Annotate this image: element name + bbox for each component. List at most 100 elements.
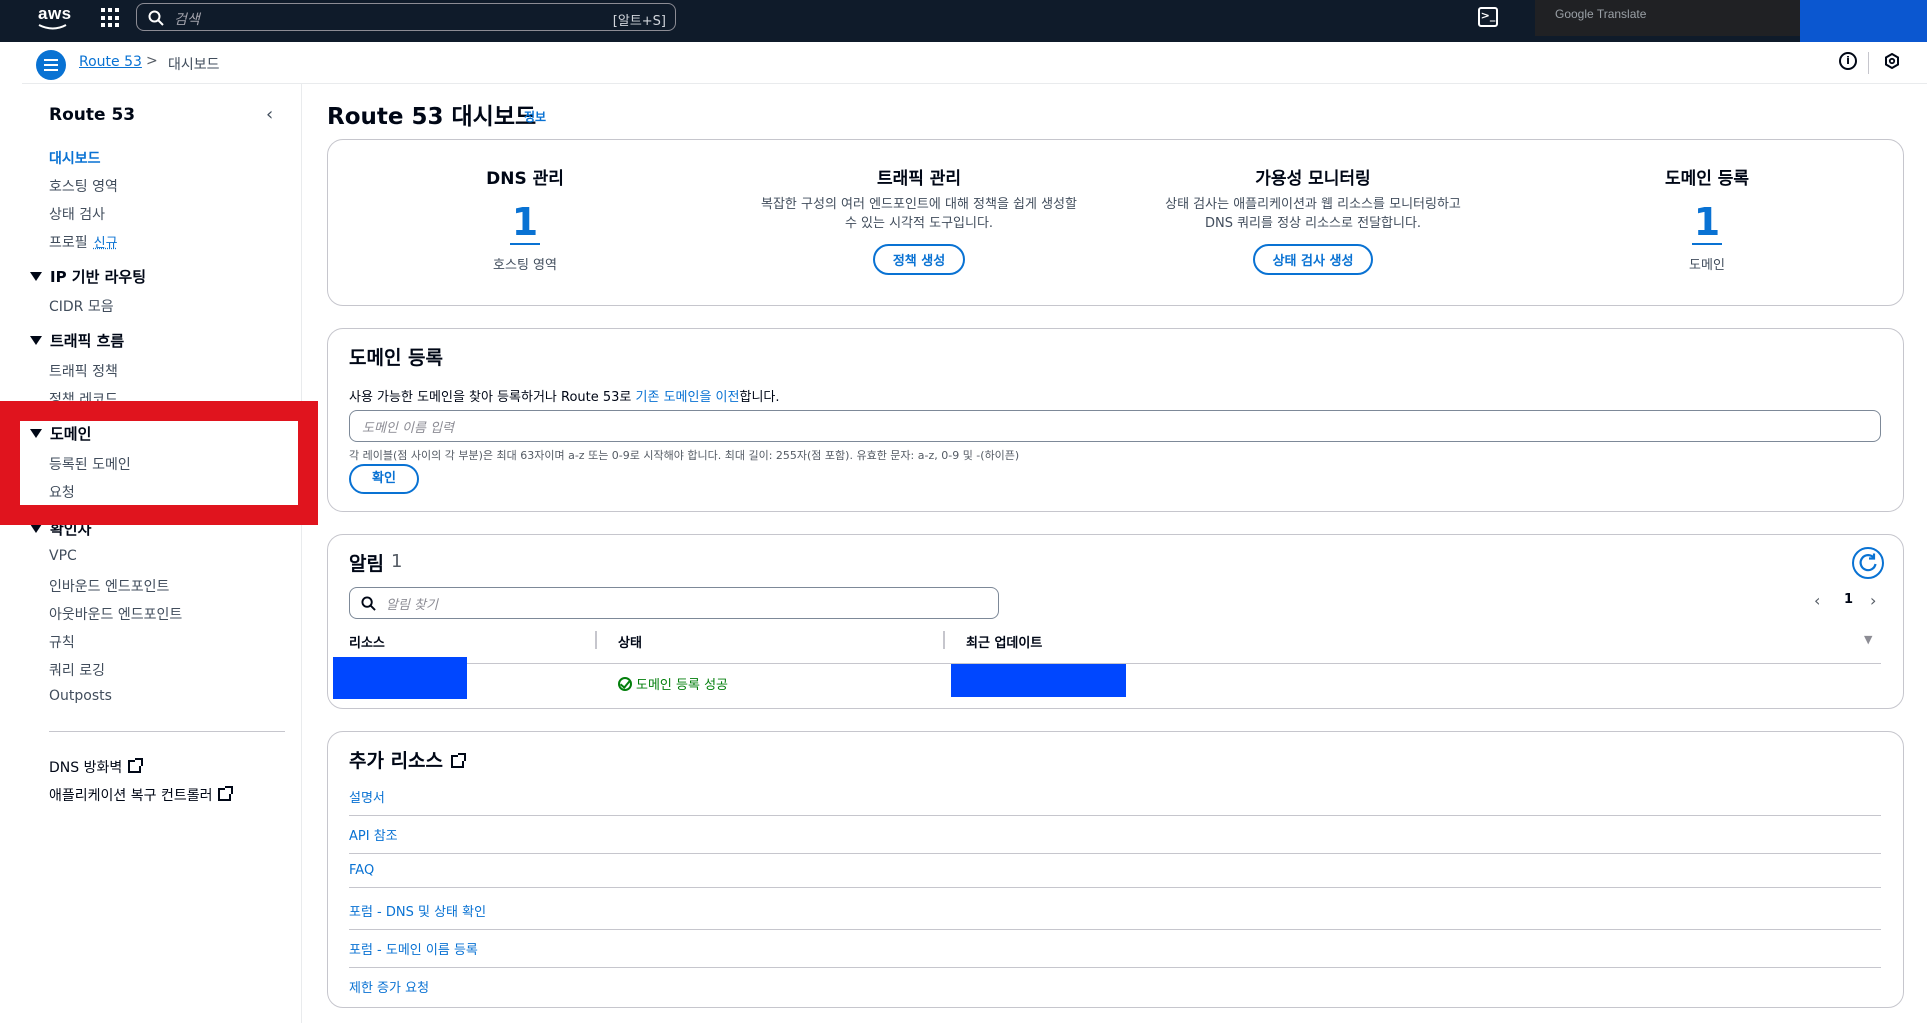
- summary-heading: DNS 관리: [486, 169, 564, 189]
- sidebar-section-label: 도메인: [50, 425, 92, 443]
- sidebar-item-query-logging[interactable]: 쿼리 로깅: [49, 660, 105, 680]
- column-header-resource[interactable]: 리소스: [349, 632, 385, 651]
- sidebar-section-label: 트래픽 흐름: [50, 332, 125, 350]
- sidebar-section-domains[interactable]: 도메인: [30, 423, 91, 444]
- summary-description-line: 수 있는 시각적 도구입니다.: [844, 216, 994, 231]
- summary-subtext: 도메인: [1689, 258, 1725, 273]
- aws-logo-text: aws: [38, 4, 72, 23]
- sidebar-section-resolver[interactable]: 확인자: [30, 518, 91, 539]
- status-cell: 도메인 등록 성공: [618, 674, 728, 693]
- sidebar-title[interactable]: Route 53: [49, 105, 135, 125]
- summary-subtext: 호스팅 영역: [493, 258, 557, 273]
- create-health-check-button[interactable]: 상태 검사 생성: [1252, 244, 1374, 275]
- sidebar-item-requests[interactable]: 요청: [49, 482, 75, 502]
- caret-down-icon: [30, 272, 42, 281]
- alert-search-input[interactable]: 알림 찾기: [349, 587, 999, 619]
- alert-search-placeholder: 알림 찾기: [386, 598, 438, 613]
- sidebar-item-profiles-label: 프로필: [49, 235, 88, 251]
- sidebar-collapse-chevron-icon[interactable]: ‹: [266, 104, 273, 125]
- additional-resources-card: 추가 리소스 설명서 API 참조 FAQ 포럼 - DNS 및 상태 확인 포…: [327, 731, 1904, 1008]
- domain-name-input[interactable]: 도메인 이름 입력: [349, 410, 1881, 442]
- sidebar-item-traffic-policies[interactable]: 트래픽 정책: [49, 361, 118, 381]
- breadcrumb-link-route53[interactable]: Route 53: [79, 54, 142, 70]
- refresh-button[interactable]: [1852, 547, 1884, 579]
- pagination-next-chevron-icon[interactable]: ›: [1870, 591, 1876, 610]
- card-title: 도메인 등록: [349, 347, 444, 369]
- domain-description-text: 합니다.: [739, 390, 780, 405]
- resource-link-limit-increase[interactable]: 제한 증가 요청: [349, 977, 1881, 1005]
- transfer-domain-link[interactable]: 기존 도메인을 이전: [636, 390, 740, 405]
- sidebar-link-arc[interactable]: 애플리케이션 복구 컨트롤러: [49, 785, 234, 805]
- summary-description: 복잡한 구성의 여러 엔드포인트에 대해 정책을 쉽게 생성할 수 있는 시각적…: [722, 195, 1116, 233]
- summary-description-line: 상태 검사는 애플리케이션과 웹 리소스를 모니터링하고: [1165, 197, 1461, 212]
- cloudshell-icon[interactable]: >_: [1478, 7, 1498, 27]
- summary-dns-management: DNS 관리 1 호스팅 영역: [328, 140, 722, 273]
- sidebar-section-label: IP 기반 라우팅: [50, 268, 147, 286]
- search-placeholder: 검색: [174, 12, 200, 28]
- card-title-text: 추가 리소스: [349, 750, 444, 772]
- column-resizer[interactable]: [943, 631, 945, 649]
- sidebar-item-cidr-collections[interactable]: CIDR 모음: [49, 296, 114, 316]
- sidebar-item-vpc[interactable]: VPC: [49, 548, 77, 564]
- pagination-prev-chevron-icon[interactable]: ‹: [1814, 591, 1820, 610]
- new-badge: 신규: [93, 236, 118, 251]
- sidebar-link-dns-firewall[interactable]: DNS 방화벽: [49, 757, 144, 777]
- resource-link-faq[interactable]: FAQ: [349, 863, 1881, 888]
- sidebar-section-ip-routing[interactable]: IP 기반 라우팅: [30, 266, 146, 287]
- status-text: 도메인 등록 성공: [636, 678, 728, 693]
- domain-constraint-hint: 각 레이블(점 사이의 각 부분)은 최대 63자이며 a-z 또는 0-9로 …: [349, 449, 1020, 462]
- sidebar-item-policy-records[interactable]: 정책 레코드: [49, 389, 118, 409]
- resource-link-forum-domains[interactable]: 포럼 - 도메인 이름 등록: [349, 939, 1881, 968]
- redacted-resource-cell: [333, 657, 467, 699]
- create-policy-button[interactable]: 정책 생성: [872, 244, 966, 275]
- search-icon: [361, 596, 376, 611]
- info-icon[interactable]: i: [1839, 52, 1857, 70]
- summary-card: DNS 관리 1 호스팅 영역 트래픽 관리 복잡한 구성의 여러 엔드포인트에…: [327, 139, 1904, 306]
- column-header-last-updated[interactable]: 최근 업데이트: [966, 632, 1042, 651]
- sidebar-item-outbound-endpoints[interactable]: 아웃바운드 엔드포인트: [49, 604, 182, 624]
- external-link-icon: [128, 758, 144, 773]
- hosted-zones-count-link[interactable]: 1: [510, 201, 540, 245]
- domain-description-text: 사용 가능한 도메인을 찾아 등록하거나 Route 53로: [349, 390, 636, 405]
- resource-link-api-reference[interactable]: API 참조: [349, 825, 1881, 854]
- sidebar-section-traffic-flow[interactable]: 트래픽 흐름: [30, 330, 124, 351]
- sidebar-link-label: DNS 방화벽: [49, 760, 123, 776]
- google-translate-bar[interactable]: Google Translate: [1535, 0, 1800, 36]
- redacted-account-area: [1800, 0, 1927, 42]
- resource-link-forum-dns[interactable]: 포럼 - DNS 및 상태 확인: [349, 901, 1881, 930]
- summary-heading: 가용성 모니터링: [1255, 169, 1371, 189]
- domain-description: 사용 가능한 도메인을 찾아 등록하거나 Route 53로 기존 도메인을 이…: [349, 386, 780, 405]
- summary-heading: 도메인 등록: [1664, 169, 1750, 189]
- summary-description-line: 복잡한 구성의 여러 엔드포인트에 대해 정책을 쉽게 생성할: [761, 197, 1077, 212]
- sidebar-item-hosted-zones[interactable]: 호스팅 영역: [49, 176, 118, 196]
- summary-description-line: DNS 쿼리를 정상 리소스로 전달합니다.: [1204, 216, 1422, 231]
- sort-caret-down-icon[interactable]: ▼: [1864, 633, 1872, 646]
- summary-traffic-management: 트래픽 관리 복잡한 구성의 여러 엔드포인트에 대해 정책을 쉽게 생성할 수…: [722, 140, 1116, 275]
- sidebar-item-outposts[interactable]: Outposts: [49, 688, 112, 704]
- summary-availability-monitoring: 가용성 모니터링 상태 검사는 애플리케이션과 웹 리소스를 모니터링하고 DN…: [1116, 140, 1510, 275]
- aws-smile-icon: [38, 24, 67, 30]
- sidebar-item-inbound-endpoints[interactable]: 인바운드 엔드포인트: [49, 576, 169, 596]
- settings-icon[interactable]: [1884, 53, 1900, 69]
- resource-link-documentation[interactable]: 설명서: [349, 787, 1881, 816]
- global-search-input[interactable]: 검색 [알트+S]: [136, 3, 676, 31]
- external-link-icon: [218, 786, 234, 801]
- sidebar-item-dashboard[interactable]: 대시보드: [49, 148, 101, 168]
- breadcrumb-current: 대시보드: [168, 57, 220, 73]
- sidebar-item-health-checks[interactable]: 상태 검사: [49, 204, 105, 224]
- page-info-link[interactable]: 정보: [524, 108, 546, 125]
- sidebar-item-profiles[interactable]: 프로필 신규: [49, 232, 118, 252]
- column-resizer[interactable]: [595, 631, 597, 649]
- check-domain-button[interactable]: 확인: [349, 464, 419, 494]
- domain-registration-card: 도메인 등록 사용 가능한 도메인을 찾아 등록하거나 Route 53로 기존…: [327, 328, 1904, 512]
- services-grid-icon[interactable]: [101, 8, 121, 28]
- column-header-status[interactable]: 상태: [618, 632, 642, 651]
- domains-count-link[interactable]: 1: [1692, 201, 1722, 245]
- external-link-icon: [451, 753, 467, 768]
- side-navigation-toggle-button[interactable]: [36, 50, 66, 80]
- sidebar-link-label: 애플리케이션 복구 컨트롤러: [49, 788, 213, 804]
- sidebar-item-rules[interactable]: 규칙: [49, 632, 75, 652]
- aws-logo[interactable]: aws: [36, 4, 72, 32]
- pagination-page-number[interactable]: 1: [1844, 592, 1853, 607]
- sidebar-item-registered-domains[interactable]: 등록된 도메인: [49, 454, 131, 474]
